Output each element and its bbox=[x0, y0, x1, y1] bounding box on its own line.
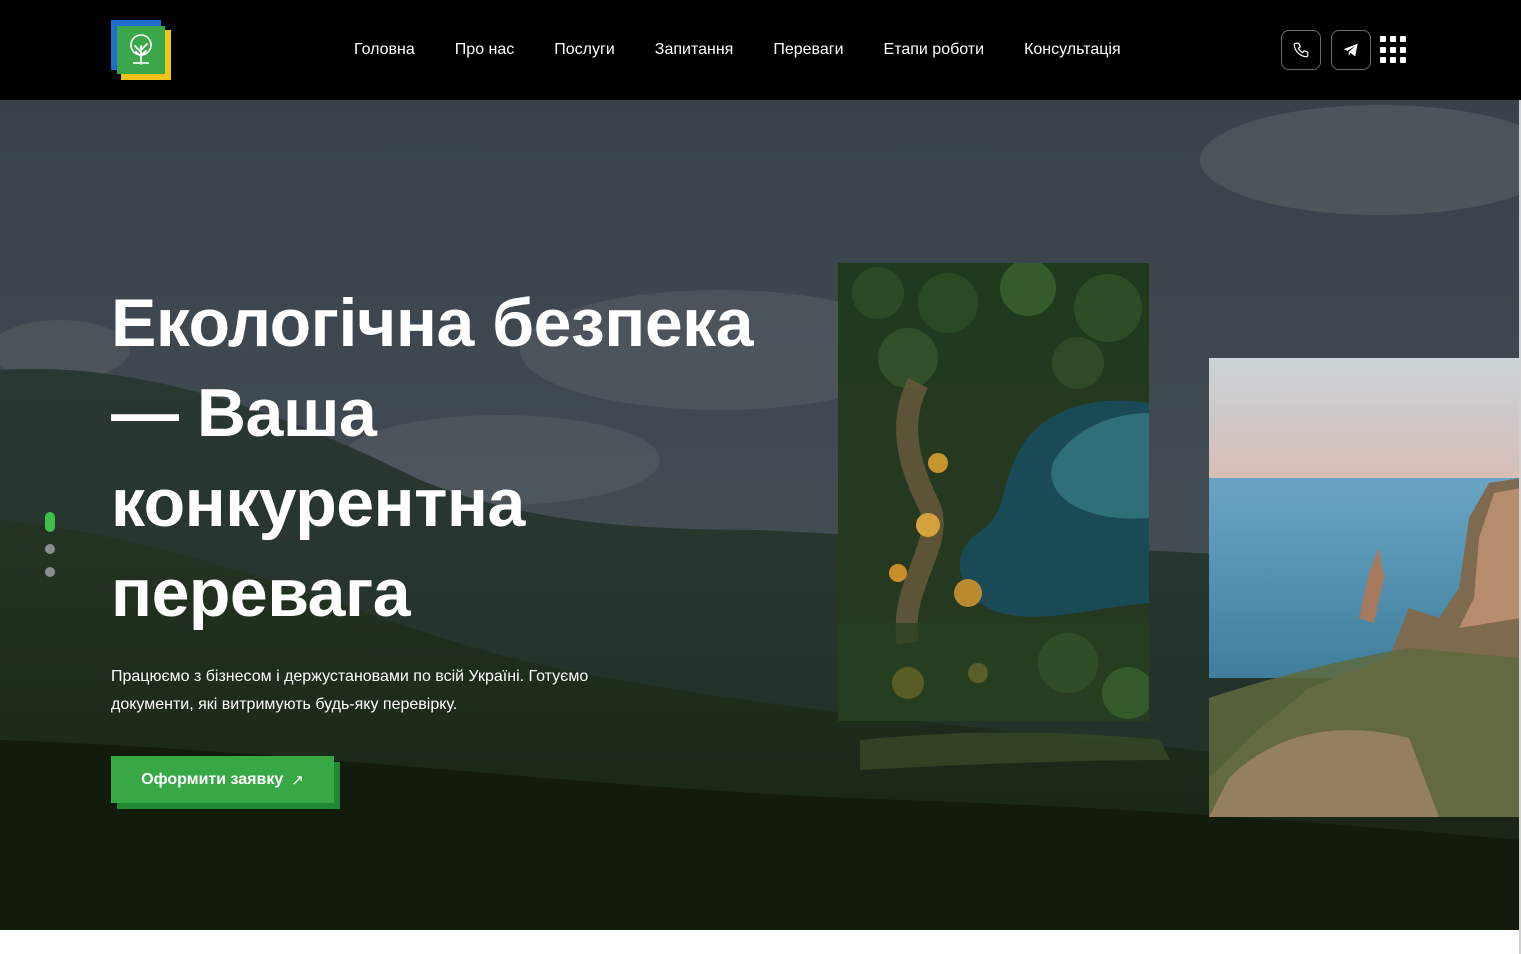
nav-item-faq[interactable]: Запитання bbox=[655, 41, 734, 59]
slide-dot-2[interactable] bbox=[45, 544, 55, 554]
hero-subtitle-line: документи, які витримують будь-яку перев… bbox=[111, 696, 458, 713]
page-bottom-area bbox=[0, 930, 1521, 954]
nav-item-advantages[interactable]: Переваги bbox=[773, 41, 843, 59]
grid-dot bbox=[1380, 57, 1386, 64]
hero-title-line: — Ваша bbox=[111, 375, 377, 451]
site-logo[interactable] bbox=[111, 20, 171, 80]
hero-title: Екологічна безпека — Ваша конкурентна пе… bbox=[111, 278, 811, 638]
hero-title-line: конкурентна bbox=[111, 465, 525, 541]
telegram-icon bbox=[1343, 43, 1358, 57]
grid-dot bbox=[1400, 57, 1406, 64]
grid-dot bbox=[1400, 46, 1406, 53]
apply-button[interactable]: Оформити заявку ↗ bbox=[111, 756, 334, 803]
cta-wrapper: Оформити заявку ↗ bbox=[111, 756, 341, 810]
grid-dot bbox=[1380, 46, 1386, 53]
telegram-button[interactable] bbox=[1331, 30, 1371, 70]
coastal-cliff-sea-photo bbox=[1209, 358, 1521, 817]
nav-item-services[interactable]: Послуги bbox=[554, 41, 615, 59]
apply-button-label: Оформити заявку bbox=[141, 770, 284, 788]
grid-dot bbox=[1390, 36, 1396, 42]
hero-subtitle: Працюємо з бізнесом і держустановами по … bbox=[111, 663, 671, 719]
grid-dot bbox=[1380, 36, 1386, 42]
site-header: Головна Про нас Послуги Запитання Перева… bbox=[0, 0, 1521, 100]
slide-dot-1[interactable] bbox=[45, 512, 55, 532]
main-nav: Головна Про нас Послуги Запитання Перева… bbox=[334, 0, 1141, 100]
grid-menu-icon[interactable] bbox=[1380, 36, 1408, 64]
grid-dot bbox=[1400, 36, 1406, 42]
grid-dot bbox=[1390, 57, 1396, 64]
nav-item-consultation[interactable]: Консультація bbox=[1024, 41, 1121, 59]
nav-item-work-stages[interactable]: Етапи роботи bbox=[884, 41, 985, 59]
slider-dots bbox=[44, 512, 56, 582]
nav-item-home[interactable]: Головна bbox=[354, 41, 415, 59]
nav-item-about[interactable]: Про нас bbox=[455, 41, 514, 59]
phone-button[interactable] bbox=[1281, 30, 1321, 70]
hero-subtitle-line: Працюємо з бізнесом і держустановами по … bbox=[111, 668, 589, 685]
aerial-forest-lake-photo bbox=[838, 263, 1149, 721]
slide-dot-3[interactable] bbox=[45, 567, 55, 577]
hero-section: Екологічна безпека — Ваша конкурентна пе… bbox=[0, 100, 1521, 930]
tree-logo-icon bbox=[117, 26, 165, 74]
phone-icon bbox=[1293, 42, 1309, 58]
hero-title-line: Екологічна безпека bbox=[111, 285, 754, 361]
grid-dot bbox=[1390, 46, 1396, 53]
hero-title-line: перевага bbox=[111, 555, 411, 631]
arrow-up-right-icon: ↗ bbox=[291, 771, 304, 789]
